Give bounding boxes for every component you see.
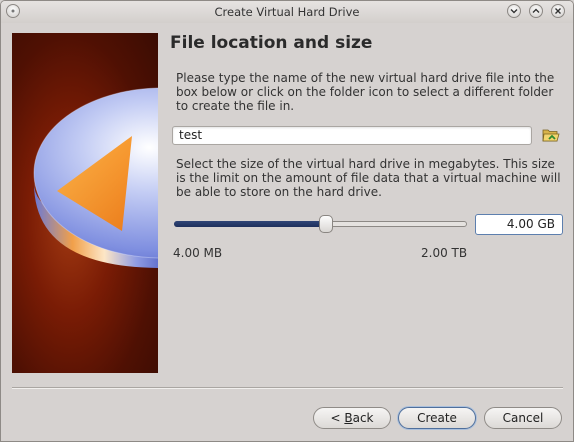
back-button-label: ack — [352, 411, 374, 425]
folder-open-icon[interactable] — [542, 127, 560, 146]
virtualbox-logo-graphic — [33, 87, 158, 268]
create-button[interactable]: Create — [398, 407, 476, 429]
page-title: File location and size — [170, 33, 373, 53]
back-button-prefix: < — [330, 411, 345, 425]
window-title: Create Virtual Hard Drive — [214, 5, 360, 19]
file-name-input[interactable]: test — [172, 126, 532, 145]
cancel-button[interactable]: Cancel — [484, 407, 562, 429]
create-button-label: Create — [417, 411, 457, 425]
slider-min-label: 4.00 MB — [173, 246, 223, 260]
location-description: Please type the name of the new virtual … — [176, 71, 555, 113]
minimize-button[interactable] — [507, 4, 521, 18]
dialog-window: Create Virtual Hard Drive File location … — [0, 0, 574, 442]
back-button-accelerator: B — [344, 411, 353, 425]
back-button[interactable]: < Back — [313, 407, 391, 429]
slider-max-label: 2.00 TB — [421, 246, 468, 260]
title-bar[interactable]: Create Virtual Hard Drive — [1, 1, 573, 23]
close-button[interactable] — [551, 4, 565, 18]
size-input[interactable]: 4.00 GB — [475, 214, 563, 235]
wizard-side-image — [12, 33, 158, 373]
size-slider-handle[interactable] — [319, 215, 333, 233]
size-slider-fill — [174, 221, 326, 227]
cancel-button-label: Cancel — [502, 411, 544, 425]
maximize-button[interactable] — [529, 4, 543, 18]
button-separator — [12, 387, 563, 389]
size-description: Select the size of the virtual hard driv… — [176, 157, 561, 199]
